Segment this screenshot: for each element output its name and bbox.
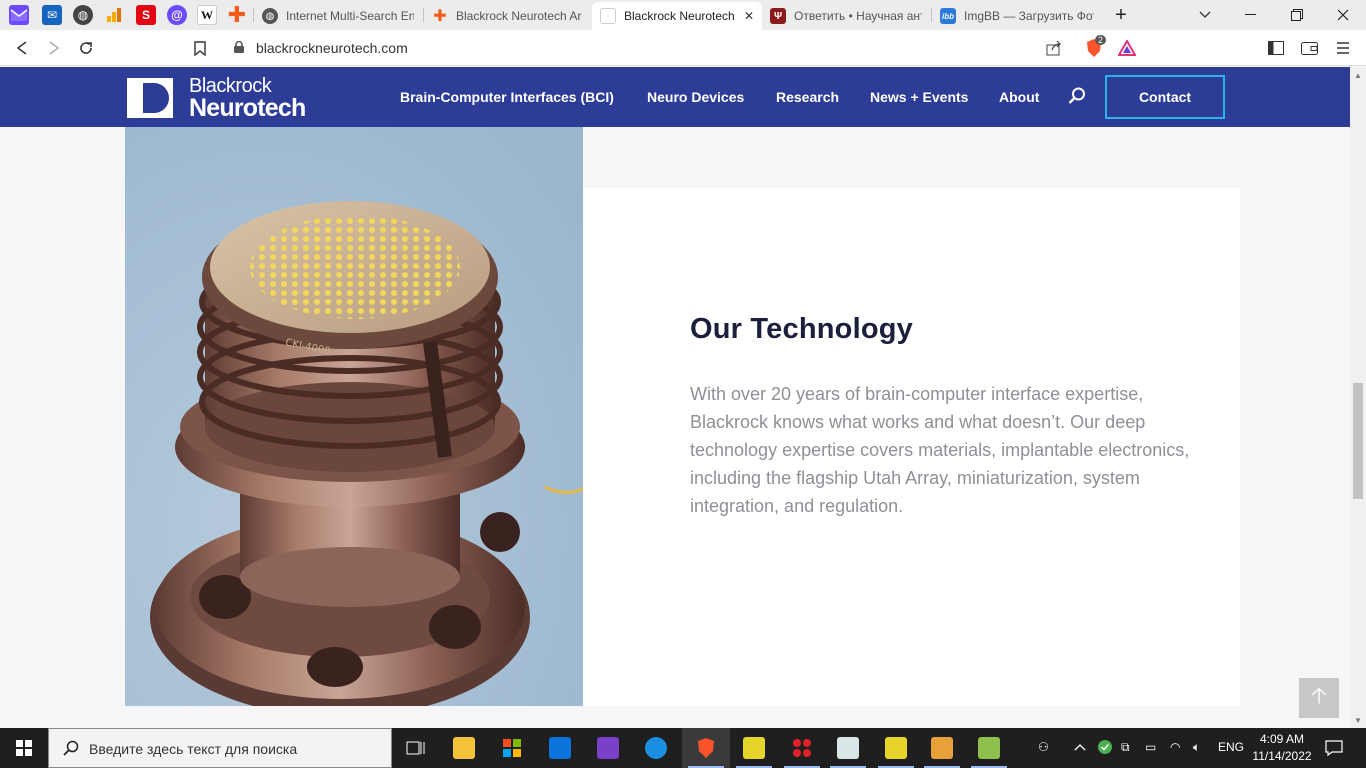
people-icon[interactable]: ⚇ <box>1038 740 1049 754</box>
minimize-button[interactable] <box>1228 0 1274 30</box>
security-check-icon[interactable] <box>1098 740 1112 757</box>
browser-tab-strip: ✉ ◍ S @ W ✚ ◍ Internet Multi-Search Eng … <box>0 0 1366 30</box>
nav-about[interactable]: About <box>999 89 1039 105</box>
app-yellow-icon[interactable] <box>730 728 778 768</box>
technology-card: Our Technology With over 20 years of bra… <box>583 188 1240 706</box>
language-indicator[interactable]: ENG <box>1218 740 1244 754</box>
app-yellow2-icon[interactable] <box>872 728 920 768</box>
network-monitor-icon[interactable]: ⧉ <box>1121 740 1130 755</box>
app-paint-icon[interactable] <box>918 728 966 768</box>
wallet-icon[interactable] <box>1298 37 1320 59</box>
blackrock-icon <box>600 8 616 24</box>
contact-button[interactable]: Contact <box>1105 75 1225 119</box>
utah-array-connector-image: CKI-4000 <box>125 127 583 706</box>
notifications-icon[interactable] <box>1325 740 1343 759</box>
plus-icon[interactable]: ✚ <box>227 2 247 27</box>
lock-icon <box>234 41 244 53</box>
site-header: Blackrock Neurotech Brain-Computer Inter… <box>0 67 1350 127</box>
forward-button[interactable] <box>43 37 65 59</box>
share-icon[interactable] <box>1043 37 1065 59</box>
brave-browser-icon[interactable] <box>682 728 730 768</box>
reload-button[interactable] <box>75 37 97 59</box>
close-tab-icon[interactable]: ✕ <box>744 9 754 23</box>
trident-icon: Ψ <box>770 8 786 24</box>
tab-nauchnaya-antropologiya[interactable]: Ψ Ответить • Научная анти <box>762 2 930 30</box>
tab-list-chevron-icon[interactable] <box>1182 0 1228 30</box>
nav-news-events[interactable]: News + Events <box>870 89 968 105</box>
analytics-icon[interactable] <box>104 5 124 25</box>
back-to-top-button[interactable]: 🡡 <box>1299 678 1339 718</box>
windows-logo-icon <box>16 740 32 756</box>
close-window-button[interactable] <box>1320 0 1366 30</box>
battery-icon[interactable]: ▭ <box>1145 740 1156 754</box>
page-content: CKI-4000 Our Technology With over 20 yea… <box>0 127 1350 728</box>
address-bar[interactable]: blackrockneurotech.com <box>186 35 1146 61</box>
back-button[interactable] <box>11 37 33 59</box>
tray-chevron-up-icon[interactable] <box>1074 740 1086 754</box>
menu-icon[interactable] <box>1332 37 1354 59</box>
ibb-icon: ibb <box>940 8 956 24</box>
clock-date: 11/14/2022 <box>1252 749 1312 763</box>
globe-icon[interactable]: ◍ <box>73 5 93 25</box>
volume-icon[interactable]: 🔈︎ <box>1193 740 1200 755</box>
visual-studio-icon[interactable] <box>584 728 632 768</box>
brave-shields-icon[interactable]: 2 <box>1083 35 1107 59</box>
app-red-dots-icon[interactable] <box>778 728 826 768</box>
browser-toolbar: blackrockneurotech.com 2 <box>0 30 1366 66</box>
tab-blackrock-archive[interactable]: ✚ Blackrock Neurotech Arc <box>424 2 590 30</box>
tab-blackrock-neurotech-active[interactable]: Blackrock Neurotech ✕ <box>592 2 762 30</box>
url-text: blackrockneurotech.com <box>256 40 408 56</box>
taskbar-search-box[interactable]: Введите здесь текст для поиска <box>48 728 392 768</box>
brave-shields-badge: 2 <box>1095 35 1107 45</box>
nav-bci[interactable]: Brain-Computer Interfaces (BCI) <box>400 89 614 105</box>
plus-icon: ✚ <box>433 8 447 25</box>
new-tab-button[interactable]: + <box>1098 0 1144 30</box>
outlook-icon[interactable]: ✉ <box>42 5 62 25</box>
app-notes-icon[interactable] <box>824 728 872 768</box>
mail-icon[interactable] <box>536 728 584 768</box>
edge-icon[interactable] <box>632 728 680 768</box>
at-icon[interactable]: @ <box>167 5 187 25</box>
task-view-icon[interactable] <box>392 728 440 768</box>
restore-button[interactable] <box>1274 0 1320 30</box>
scrollbar-thumb[interactable] <box>1353 383 1363 499</box>
taskbar-search-placeholder: Введите здесь текст для поиска <box>89 741 298 757</box>
section-body: With over 20 years of brain-computer int… <box>690 384 1190 516</box>
tab-imgbb[interactable]: ibb ImgBB — Загрузить Фот <box>932 2 1102 30</box>
nav-research[interactable]: Research <box>776 89 839 105</box>
clock-time: 4:09 AM <box>1259 732 1305 746</box>
file-explorer-icon[interactable] <box>440 728 488 768</box>
sidebar-icon[interactable] <box>1265 37 1287 59</box>
proton-mail-icon[interactable] <box>9 5 29 25</box>
search-icon[interactable] <box>1068 87 1086 105</box>
scroll-up-icon[interactable]: ▲ <box>1350 67 1366 83</box>
microsoft-store-icon[interactable] <box>488 728 536 768</box>
section-heading: Our Technology <box>690 313 913 345</box>
scroll-down-icon[interactable]: ▼ <box>1350 712 1366 728</box>
blackrock-logo-mark <box>127 78 173 118</box>
brave-rewards-icon[interactable] <box>1116 37 1138 59</box>
globe-icon: ◍ <box>262 8 278 24</box>
wifi-icon[interactable]: ◠ <box>1170 740 1180 754</box>
tab-internet-multi-search[interactable]: ◍ Internet Multi-Search Eng <box>254 2 422 30</box>
windows-taskbar: Введите здесь текст для поиска ⚇ ⧉ ▭ ◠ 🔈… <box>0 728 1366 768</box>
search-icon <box>63 740 79 756</box>
windows-start-button[interactable] <box>0 728 48 768</box>
arrow-up-icon: 🡡 <box>1311 683 1327 708</box>
bank-icon[interactable]: S <box>136 5 156 25</box>
nav-neuro-devices[interactable]: Neuro Devices <box>647 89 744 105</box>
system-clock[interactable]: 4:09 AM 11/14/2022 <box>1247 731 1317 765</box>
app-chart-icon[interactable] <box>965 728 1013 768</box>
wikipedia-icon[interactable]: W <box>197 5 217 25</box>
page-scrollbar[interactable]: ▲ ▼ <box>1350 67 1366 728</box>
blackrock-logo[interactable]: Blackrock Neurotech <box>127 75 327 122</box>
